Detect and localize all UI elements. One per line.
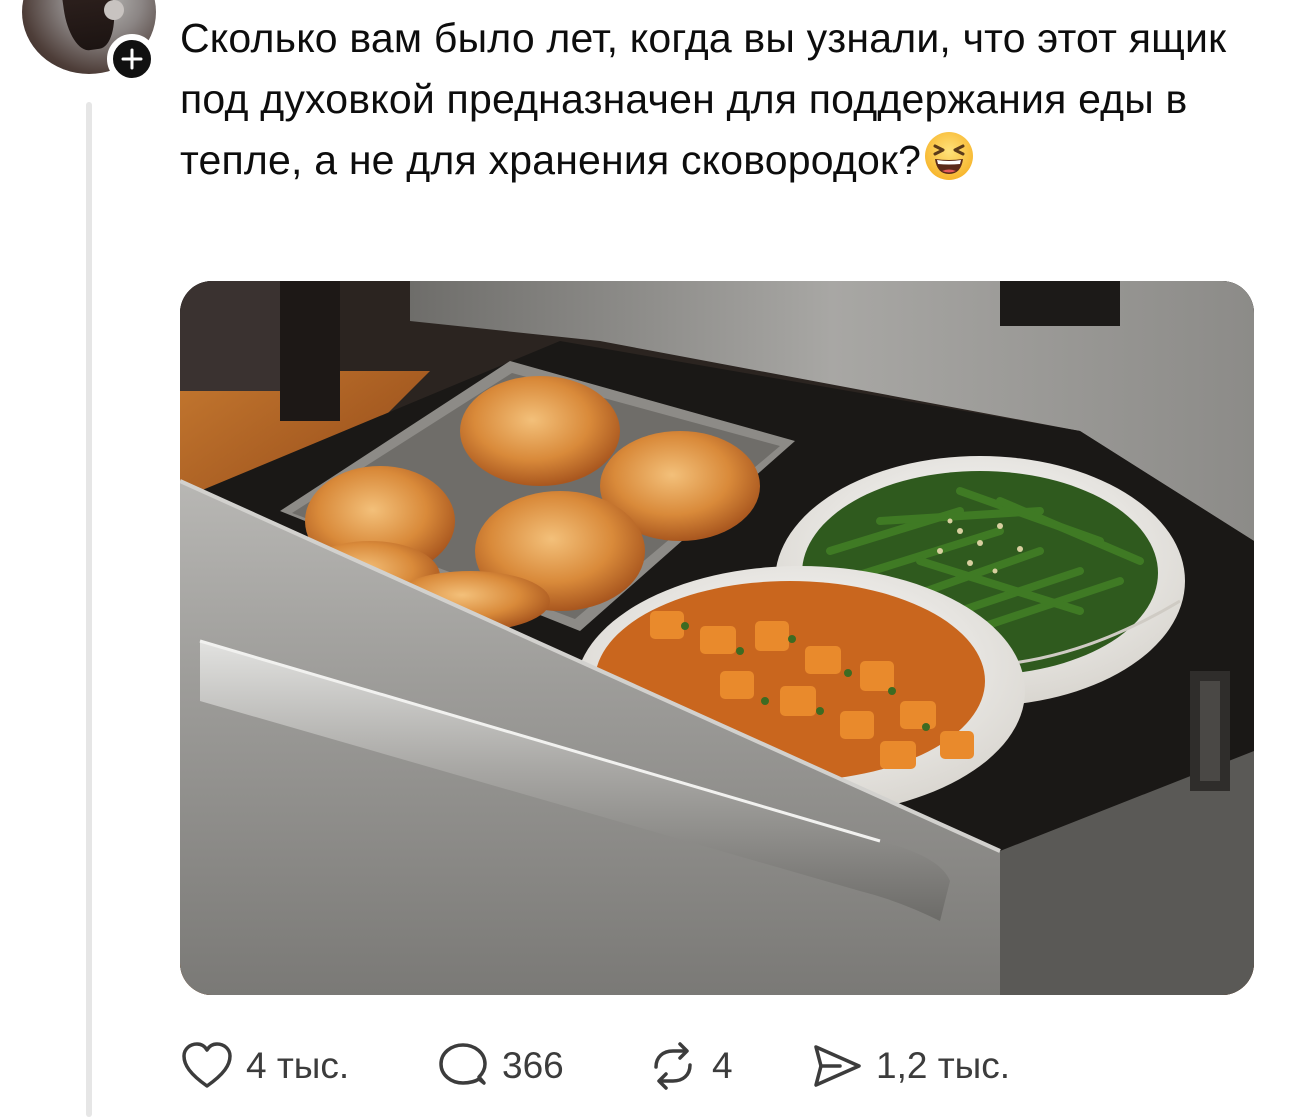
like-count: 4 тыс. [246, 1045, 350, 1086]
repost-button[interactable]: 4 [646, 1036, 733, 1096]
thread-line [86, 102, 92, 1117]
heart-icon [182, 1042, 232, 1088]
speech-bubble-icon [439, 1043, 487, 1085]
reply-count: 366 [502, 1045, 564, 1086]
warming-drawer-photo [180, 281, 1254, 995]
reply-button[interactable]: 366 [436, 1036, 564, 1096]
action-bar: 4 тыс. 366 4 1,2 тыс. [180, 1036, 1260, 1096]
share-count: 1,2 тыс. [876, 1045, 1011, 1086]
laughing-face-emoji-icon [923, 130, 975, 182]
plus-icon [121, 48, 143, 70]
send-plane-icon [814, 1045, 861, 1087]
avatar-detail [104, 0, 124, 20]
post-text-content: Сколько вам было лет, когда вы узнали, ч… [180, 15, 1227, 183]
post-image[interactable] [180, 281, 1254, 995]
like-button[interactable]: 4 тыс. [180, 1036, 349, 1096]
post-text: Сколько вам было лет, когда вы узнали, ч… [180, 8, 1260, 191]
follow-button[interactable] [107, 34, 157, 84]
share-button[interactable]: 1,2 тыс. [810, 1036, 1010, 1096]
repost-arrows-icon [654, 1042, 692, 1090]
repost-count: 4 [712, 1045, 733, 1086]
